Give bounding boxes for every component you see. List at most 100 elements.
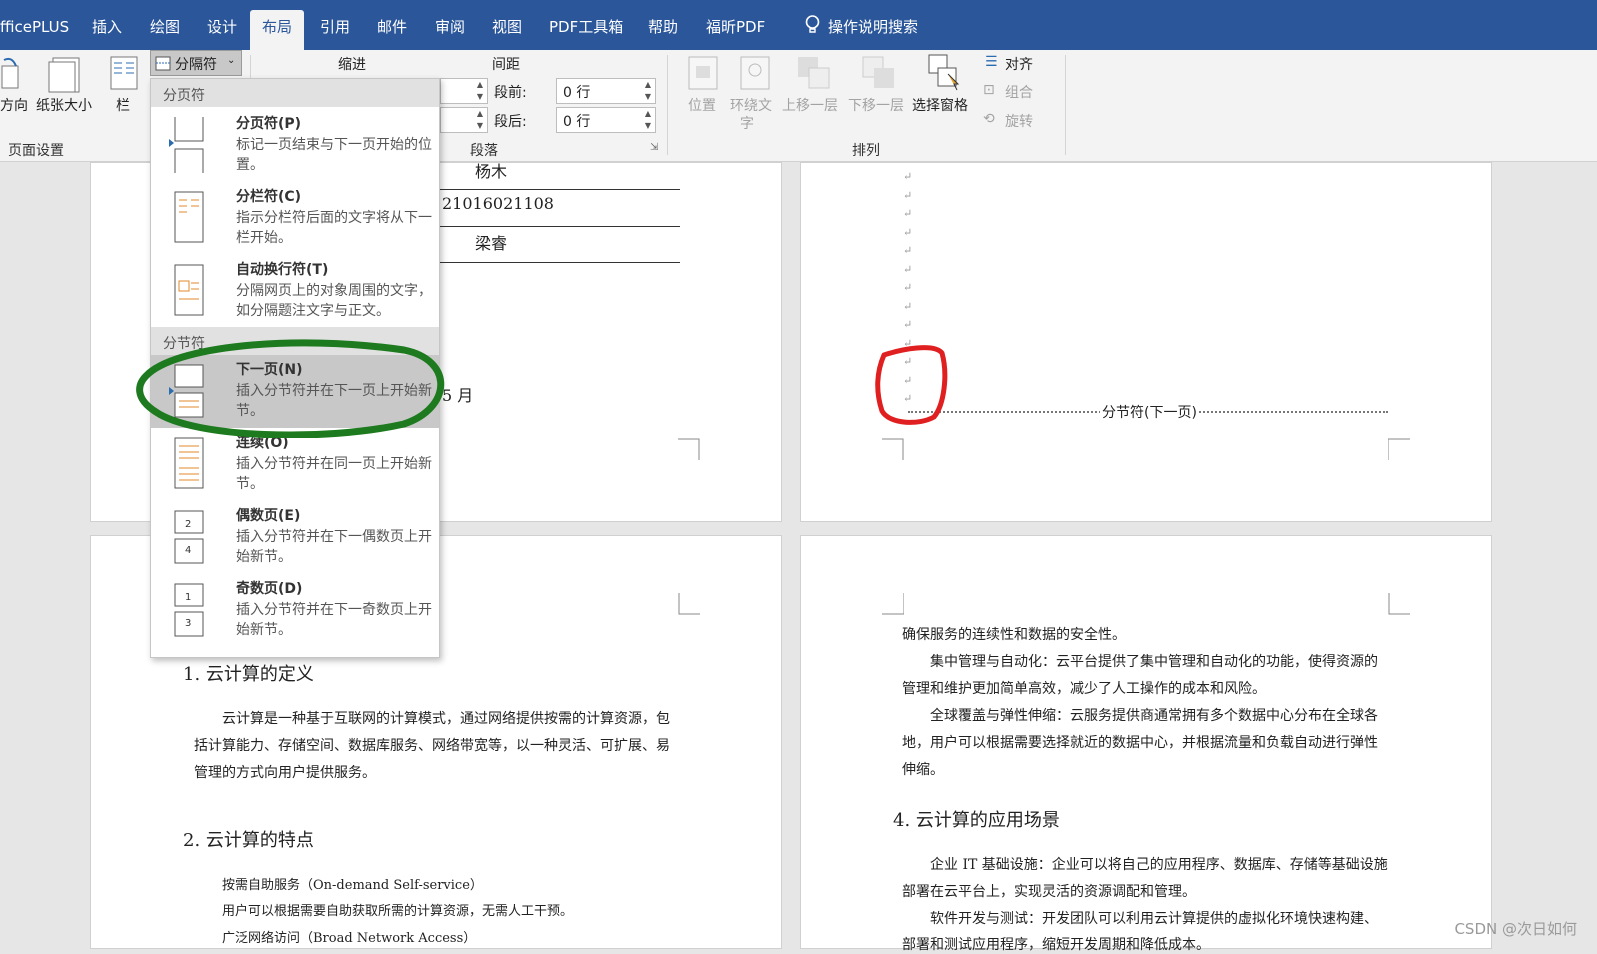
crop-mark [882,593,904,615]
continuous-icon [174,437,204,489]
tab-mailings[interactable]: 邮件 [377,18,407,36]
ribbon-tab-bar: fficePLUS 插入 绘图 设计 布局 引用 邮件 审阅 视图 PDF工具箱… [0,0,1597,50]
tab-help[interactable]: 帮助 [648,18,678,36]
tab-insert[interactable]: 插入 [92,18,122,36]
indent-label: 缩进 [338,57,366,73]
body-text: 确保服务的连续性和数据的安全性。 [902,627,1126,643]
align-button[interactable]: 对齐 [1005,54,1033,74]
bring-forward-button[interactable]: 上移一层 [782,95,838,115]
send-backward-button[interactable]: 下移一层 [848,95,904,115]
crop-mark [1388,593,1410,615]
tab-references[interactable]: 引用 [320,18,350,36]
group-icon: ⊡ [983,82,995,98]
menu-item-desc: 插入分节符并在同一页上开始新节。 [236,456,432,492]
paper-size-button[interactable]: 纸张大小 [36,95,92,115]
cover-teacher: 梁睿 [475,234,508,253]
position-button[interactable]: 位置 [688,95,716,115]
menu-item-desc: 插入分节符并在下一奇数页上开始新节。 [236,602,432,638]
wrap-text-icon [740,56,770,90]
tab-view[interactable]: 视图 [492,18,522,36]
watermark: CSDN @次日如何 [1454,920,1577,938]
body-text: 地，用户可以根据需要选择就近的数据中心，并根据流量和负载自动进行弹性 [902,735,1378,751]
orientation-button[interactable]: 方向 [0,95,28,115]
menu-item-title: 自动换行符(T) [236,262,329,278]
columns-button[interactable]: 栏 [116,95,130,115]
spacing-before-label: 段前: [494,85,527,101]
menu-item-title: 奇数页(D) [236,581,303,597]
spacing-before-field[interactable]: 0 行 ▲ ▼ [556,78,656,104]
tab-review[interactable]: 审阅 [435,18,465,36]
menu-item-desc: 分隔网页上的对象周围的文字，如分隔题注文字与正文。 [236,283,432,319]
text-wrapping-icon [174,264,204,316]
selection-pane-icon [928,54,960,91]
heading-4: 4. 云计算的应用场景 [893,810,1060,831]
spacing-after-field[interactable]: 0 行 ▲ ▼ [556,107,656,133]
crop-mark [678,438,700,460]
wrap-text-button[interactable]: 环绕文 [730,95,772,115]
spacing-before-value: 0 行 [563,85,591,101]
menu-item-odd-page[interactable]: 1 3 奇数页(D) 插入分节符并在下一奇数页上开始新节。 [151,574,439,647]
breaks-icon [155,56,171,71]
menu-item-text-wrapping[interactable]: 自动换行符(T) 分隔网页上的对象周围的文字，如分隔题注文字与正文。 [151,255,439,328]
rotate-icon: ⟲ [983,111,995,127]
group-arrange: 排列 [852,143,880,159]
group-page-setup: 页面设置 [8,143,64,159]
body-text: 部署和测试应用程序，缩短开发周期和降低成本。 [902,937,1210,953]
body-text: 全球覆盖与弹性伸缩：云服务提供商通常拥有多个数据中心分布在全球各 [930,708,1378,724]
body-text: 集中管理与自动化：云平台提供了集中管理和自动化的功能，使得资源的 [930,654,1378,670]
lightbulb-icon [805,15,820,33]
red-circle-annotation [875,345,948,425]
column-break-icon [174,191,204,243]
menu-item-column-break[interactable]: 分栏符(C) 指示分栏符后面的文字将从下一栏开始。 [151,182,439,255]
tab-layout[interactable]: 布局 [250,10,305,50]
dialog-launcher-icon[interactable]: ⇲ [650,142,658,153]
spacing-after-label: 段后: [494,114,527,130]
heading-1: 1. 云计算的定义 [183,664,314,685]
menu-item-even-page[interactable]: 24 偶数页(E) 插入分节符并在下一偶数页上开始新节。 [151,501,439,574]
cover-line [440,262,680,263]
tell-me-search[interactable]: 操作说明搜索 [828,18,918,36]
menu-item-desc: 插入分节符并在下一偶数页上开始新节。 [236,529,432,565]
align-icon: ☰ [985,54,998,70]
svg-text:1: 1 [185,592,191,603]
menu-item-title: 分页符(P) [236,116,302,132]
send-backward-icon [862,56,894,88]
indent-right-field[interactable]: ▲ ▼ [440,107,488,133]
crop-mark [882,438,904,460]
breaks-label: 分隔符 [175,57,217,73]
group-paragraph: 段落 [470,143,498,159]
tab-design[interactable]: 设计 [207,18,237,36]
crop-mark [1388,438,1410,460]
cover-line [440,189,680,190]
menu-item-title: 分栏符(C) [236,189,302,205]
rotate-button[interactable]: 旋转 [1005,111,1033,131]
bring-forward-icon [798,57,830,89]
indent-left-field[interactable]: ▲ ▼ [440,78,488,104]
spacing-after-value: 0 行 [563,114,591,130]
menu-item-title: 偶数页(E) [236,508,301,524]
body-text: 企业 IT 基础设施：企业可以将自己的应用程序、数据库、存储等基础设施 [930,857,1388,873]
section-header-page-breaks: 分页符 [151,79,439,107]
cover-name: 杨木 [475,162,508,181]
body-text: 按需自助服务（On-demand Self-service） [222,878,483,893]
tab-draw[interactable]: 绘图 [150,18,180,36]
even-page-icon: 24 [174,510,204,564]
body-text: 伸缩。 [902,762,944,778]
menu-item-continuous[interactable]: 连续(O) 插入分节符并在同一页上开始新节。 [151,428,439,501]
body-text: 管理的方式向用户提供服务。 [194,765,376,781]
group-button[interactable]: 组合 [1005,82,1033,102]
selection-pane-button[interactable]: 选择窗格 [912,95,968,115]
columns-icon [110,56,138,90]
body-text: 部署在云平台上，实现灵活的资源调配和管理。 [902,884,1196,900]
menu-item-page-break[interactable]: 分页符(P) 标记一页结束与下一页开始的位置。 [151,109,439,182]
tab-officeplus[interactable]: fficePLUS [0,18,69,36]
page-break-icon [169,117,204,173]
tab-foxit-pdf[interactable]: 福昕PDF [706,18,765,36]
tab-pdf-toolbox[interactable]: PDF工具箱 [549,18,623,36]
svg-text:2: 2 [185,519,191,530]
paper-size-icon [48,57,80,93]
menu-item-desc: 指示分栏符后面的文字将从下一栏开始。 [236,210,432,246]
wrap-text-button-line2: 字 [740,116,754,132]
breaks-button[interactable]: 分隔符 ⌄ [150,50,242,76]
svg-text:3: 3 [185,618,191,629]
